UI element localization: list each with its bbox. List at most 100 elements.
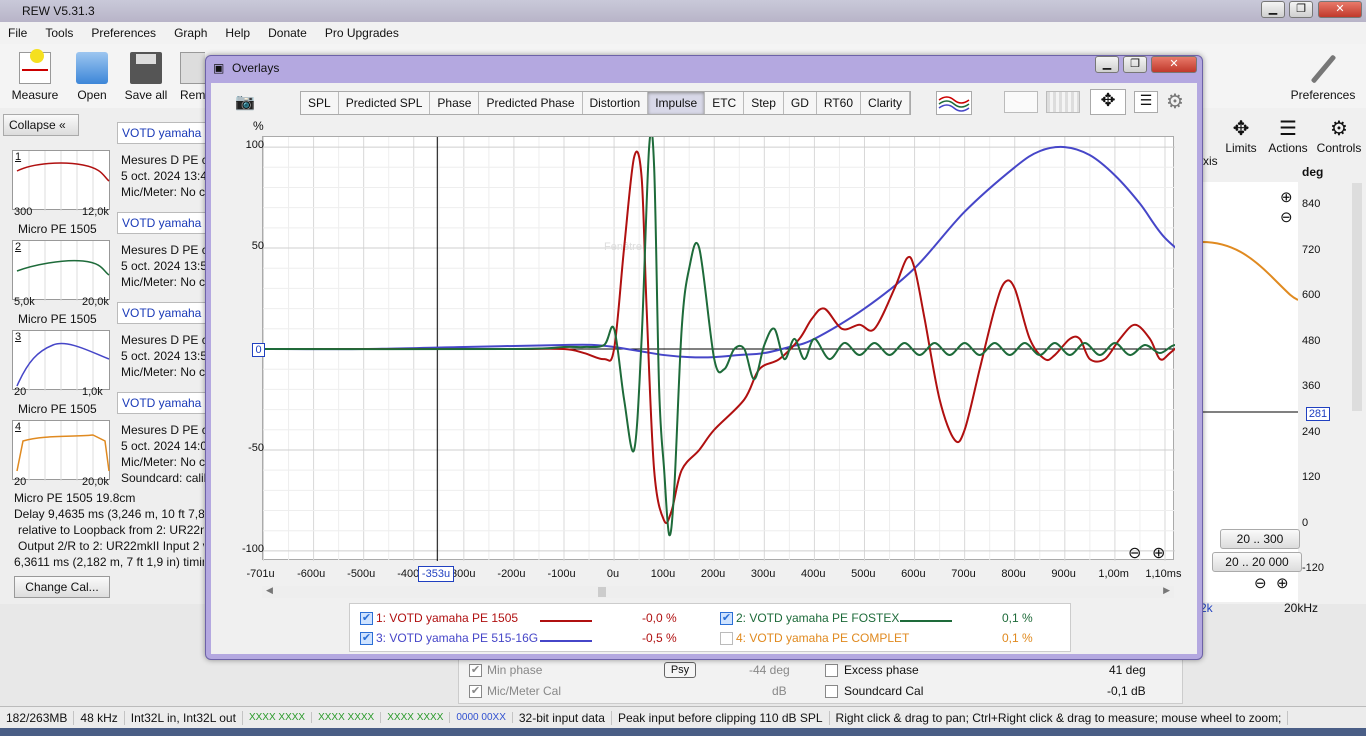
menu-file[interactable]: File	[8, 26, 36, 40]
controls-gear-icon[interactable]: ⚙	[1166, 89, 1190, 113]
x-tick-label: 300u	[750, 568, 776, 580]
phase-cursor-marker: 281	[1306, 407, 1330, 421]
measurement-item[interactable]: 3 20 1,0k Mesures D PE co 5 oct. 2024 13:55 M…	[8, 324, 211, 416]
window-layout-icon[interactable]	[1004, 91, 1038, 113]
overlay-traces-icon[interactable]	[936, 91, 972, 115]
tab-phase[interactable]: Phase	[430, 92, 480, 114]
status-item: 48 kHz	[74, 710, 125, 725]
overlays-title: Overlays	[232, 61, 280, 75]
tab-etc[interactable]: ETC	[705, 92, 745, 114]
camera-icon[interactable]: 📷	[230, 92, 260, 114]
controls-button[interactable]: ⚙ Controls	[1314, 116, 1364, 166]
phase-tick-label: 120	[1302, 471, 1321, 483]
legend-label-4: 4: VOTD yamaha PE COMPLET	[736, 631, 910, 645]
scroll-thumb[interactable]	[598, 587, 606, 597]
min-phase-label: Min phase	[487, 663, 543, 677]
tab-impulse[interactable]: Impulse	[648, 92, 706, 114]
legend-checkbox-2[interactable]: ✔	[720, 612, 733, 625]
zoom-out-icon[interactable]: ⊖	[1280, 208, 1293, 226]
scroll-left-icon[interactable]: ◀	[266, 585, 273, 596]
measurement-thumbnail: 1	[12, 150, 110, 211]
tab-predicted-spl[interactable]: Predicted SPL	[339, 92, 431, 114]
zoom-in-icon[interactable]: ⊕	[1280, 188, 1293, 206]
legend-checkbox-3[interactable]: ✔	[360, 632, 373, 645]
measurement-info-line: 5 oct. 2024 14:09	[121, 439, 211, 453]
x-tick-label: 600u	[901, 568, 926, 580]
change-cal-label: Change Cal...	[25, 580, 99, 594]
limits-button[interactable]: ✥ Limits	[1222, 116, 1260, 166]
limits-arrows-icon[interactable]: ✥	[1090, 89, 1126, 115]
thumb-low-label: 5,0k	[14, 296, 35, 308]
measurement-thumbnail: 2	[12, 240, 110, 301]
open-button[interactable]: Open	[72, 52, 112, 102]
min-phase-checkbox[interactable]: ✔	[469, 664, 482, 677]
grid-layout-icon[interactable]	[1046, 91, 1080, 113]
tab-distortion[interactable]: Distortion	[583, 92, 649, 114]
legend-checkbox-1[interactable]: ✔	[360, 612, 373, 625]
overlay-minimize-button[interactable]: ▁	[1095, 56, 1119, 73]
tab-rt60[interactable]: RT60	[817, 92, 862, 114]
measurement-number: 3	[15, 331, 22, 343]
measurement-tab[interactable]: VOTD yamaha P	[117, 122, 207, 144]
impulse-graph[interactable]: Fenêtre	[262, 129, 1203, 561]
mic-cal-checkbox[interactable]: ✔	[469, 685, 482, 698]
horizontal-scrollbar[interactable]: ◀ ▶	[262, 585, 1174, 598]
actions-button[interactable]: ☰ Actions	[1266, 116, 1310, 166]
menu-graph[interactable]: Graph	[174, 26, 216, 40]
close-button[interactable]: ✕	[1318, 1, 1362, 18]
menu-pro-upgrades[interactable]: Pro Upgrades	[325, 26, 408, 40]
freq-end-label: 20kHz	[1284, 601, 1319, 615]
minimize-button[interactable]: ▁	[1261, 1, 1285, 18]
zoom-out-h-icon[interactable]: ⊖	[1254, 574, 1267, 592]
open-label: Open	[77, 88, 107, 102]
preferences-button[interactable]: Preferences	[1290, 52, 1356, 102]
measurement-item[interactable]: 2 5,0k 20,0k Mesures D PE co 5 oct. 2024 13:…	[8, 234, 211, 326]
series-line-3	[262, 145, 1202, 359]
overlay-close-button[interactable]: ✕	[1151, 56, 1197, 73]
change-cal-button[interactable]: Change Cal...	[14, 576, 110, 598]
overlay-maximize-button[interactable]: ❐	[1123, 56, 1147, 73]
status-item: XXXX XXXX	[381, 712, 451, 723]
save-all-button[interactable]: Save all	[122, 52, 170, 102]
psy-button[interactable]: Psy	[664, 662, 696, 678]
range-20-300-button[interactable]: 20 .. 300	[1220, 529, 1300, 549]
range-20-20000-button[interactable]: 20 .. 20 000	[1212, 552, 1302, 572]
double-chevron-left-icon: «	[59, 118, 66, 132]
menu-preferences[interactable]: Preferences	[91, 26, 165, 40]
soundcard-cal-checkbox[interactable]	[825, 685, 838, 698]
measurement-item[interactable]: 1 300 12,0k Mesures D PE co 5 oct. 2024 13:4…	[8, 144, 211, 236]
legend-swatch-1	[540, 620, 592, 622]
measurement-tab[interactable]: VOTD yamaha P	[117, 212, 207, 234]
menu-tools[interactable]: Tools	[45, 26, 82, 40]
menu-help[interactable]: Help	[225, 26, 259, 40]
excess-phase-label: Excess phase	[844, 663, 919, 677]
collapse-button[interactable]: Collapse «	[3, 114, 79, 136]
cursor-time-marker[interactable]: -353u	[418, 566, 454, 582]
remove-button[interactable]: Rem	[180, 52, 205, 102]
measurement-item[interactable]: 4 20 20,0k Mesures D PE co 5 oct. 2024 14:09…	[8, 414, 211, 488]
x-zoom-in-icon[interactable]: ⊕	[1152, 543, 1165, 563]
legend-checkbox-4[interactable]	[720, 632, 733, 645]
measure-button[interactable]: Measure	[11, 49, 59, 102]
thumb-high-label: 20,0k	[82, 476, 109, 488]
impulse-plot[interactable]: Fenêtre	[262, 129, 1203, 561]
measurement-tab[interactable]: VOTD yamaha P	[117, 302, 207, 324]
tab-step[interactable]: Step	[744, 92, 784, 114]
maximize-button[interactable]: ❐	[1289, 1, 1313, 18]
measurement-info-line: Mic/Meter: No c	[121, 185, 206, 199]
right-scrollbar[interactable]	[1352, 183, 1362, 411]
zoom-in-h-icon[interactable]: ⊕	[1276, 574, 1289, 592]
tab-spl[interactable]: SPL	[301, 92, 339, 114]
actions-list-icon[interactable]: ☰	[1134, 91, 1158, 113]
measurement-tab[interactable]: VOTD yamaha P	[117, 392, 207, 414]
excess-phase-checkbox[interactable]	[825, 664, 838, 677]
tab-gd[interactable]: GD	[784, 92, 817, 114]
scroll-right-icon[interactable]: ▶	[1163, 585, 1170, 596]
measure-icon	[19, 49, 51, 84]
tab-clarity[interactable]: Clarity	[861, 92, 911, 114]
x-zoom-out-icon[interactable]: ⊖	[1128, 543, 1141, 563]
menu-donate[interactable]: Donate	[268, 26, 316, 40]
series-line-2	[262, 129, 1202, 537]
tab-predicted-phase[interactable]: Predicted Phase	[479, 92, 583, 114]
status-item: Right click & drag to pan; Ctrl+Right cl…	[830, 710, 1289, 725]
